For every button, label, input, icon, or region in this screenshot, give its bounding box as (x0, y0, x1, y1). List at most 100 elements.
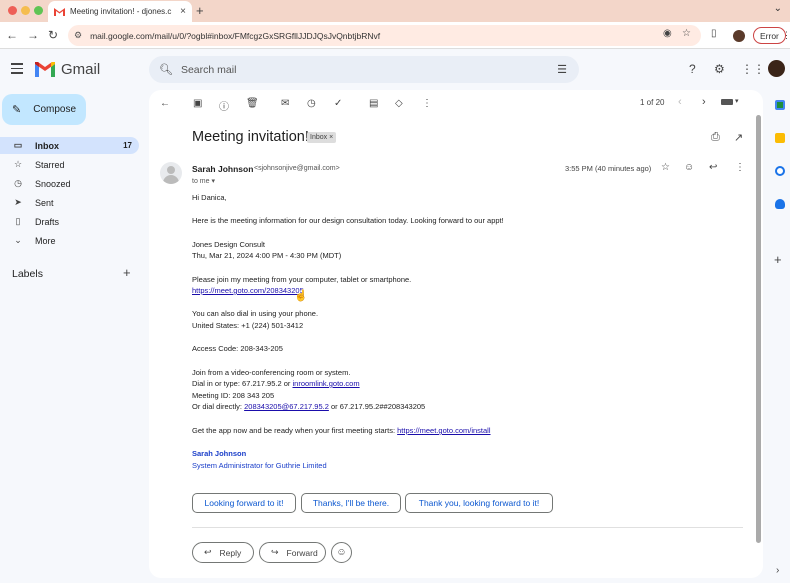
signature-title: System Administrator for Guthrie Limited (192, 461, 327, 470)
app-prefix: Get the app now and be ready when your f… (192, 426, 398, 435)
meeting-link[interactable]: https://meet.goto.com/208343205 (192, 286, 304, 295)
print-icon[interactable]: ⎙ (711, 131, 720, 144)
dial-in-row: Dial in or type: 67.217.95.2 or inroomli… (192, 379, 360, 388)
eye-icon[interactable]: ◉ (663, 28, 672, 39)
room-link[interactable]: inroomlink.goto.com (292, 379, 359, 388)
close-tab-icon[interactable]: × (180, 6, 186, 17)
search-bar[interactable]: 🔍︎ Search mail ☰ (149, 56, 579, 83)
keep-app-icon[interactable] (775, 133, 785, 143)
sidebar-item-label: More (35, 235, 56, 246)
smart-reply-1[interactable]: Looking forward to it! (192, 493, 296, 513)
forward-button[interactable]: ↪ Forward (259, 542, 326, 563)
move-to-icon[interactable]: ▤ (369, 98, 378, 109)
more-options-icon[interactable]: ⋮ (422, 98, 432, 109)
help-icon[interactable]: ? (689, 62, 696, 76)
input-tools-icon[interactable] (721, 99, 733, 105)
close-window-button[interactable] (8, 6, 17, 15)
smart-reply-label: Thank you, looking forward to it! (418, 498, 540, 508)
star-icon[interactable]: ☆ (661, 162, 670, 173)
maximize-window-button[interactable] (34, 6, 43, 15)
event-organizer: Jones Design Consult (192, 240, 265, 249)
mark-unread-icon[interactable]: ✉ (281, 98, 289, 109)
calendar-app-icon[interactable] (775, 100, 785, 110)
report-spam-icon[interactable]: ⓘ (219, 98, 229, 113)
reply-button[interactable]: ↩ Reply (192, 542, 254, 563)
archive-icon[interactable]: ▣ (193, 98, 202, 109)
back-arrow-icon[interactable]: ← (6, 28, 18, 42)
tasks-app-icon[interactable] (775, 166, 785, 176)
error-label: Error (760, 30, 779, 41)
bookmark-star-icon[interactable]: ☆ (682, 28, 691, 39)
sender-name[interactable]: Sarah Johnson (192, 164, 253, 174)
sidebar-item-snoozed[interactable]: ◷ Snoozed (0, 175, 139, 192)
sender-email: <sjohnsonjive@gmail.com> (254, 165, 340, 172)
compose-button[interactable]: ✎ Compose (2, 94, 86, 125)
recipient-details[interactable]: to me ▾ (192, 177, 215, 185)
dial-in-prefix: Dial in or type: 67.217.95.2 or (192, 379, 293, 388)
search-icon[interactable]: 🔍︎ (159, 63, 173, 76)
join-instructions: Please join my meeting from your compute… (192, 275, 412, 284)
account-avatar[interactable] (768, 60, 785, 77)
back-to-inbox-icon[interactable]: ← (160, 98, 170, 109)
tab-list-chevron-icon[interactable]: ⌄ (774, 3, 782, 14)
snooze-icon[interactable]: ◷ (307, 98, 316, 109)
emoji-react-icon[interactable]: ☺ (684, 162, 694, 173)
tab-title: Meeting invitation! - djones.c (70, 7, 172, 16)
new-tab-icon[interactable]: + (196, 3, 204, 18)
smart-reply-2[interactable]: Thanks, I'll be there. (301, 493, 401, 513)
browser-menu-icon[interactable]: ⋮ (782, 30, 790, 41)
access-code: Access Code: 208-343-205 (192, 344, 283, 353)
forward-arrow-icon[interactable]: → (27, 28, 39, 42)
gmail-brand-text: Gmail (61, 61, 101, 78)
gmail-logo[interactable]: Gmail (35, 61, 100, 78)
open-new-window-icon[interactable]: ↗ (734, 131, 743, 144)
inbox-label-chip[interactable]: Inbox × (307, 132, 337, 143)
create-label-icon[interactable]: + (123, 265, 131, 280)
side-panel-icon[interactable]: ▯ (711, 28, 717, 39)
delete-icon[interactable]: 🗑︎ (246, 98, 259, 109)
sidebar-item-sent[interactable]: ➤ Sent (0, 194, 139, 211)
search-input[interactable]: Search mail (181, 64, 557, 76)
smart-reply-3[interactable]: Thank you, looking forward to it! (405, 493, 553, 513)
sip-link[interactable]: 208343205@67.217.95.2 (244, 402, 329, 411)
error-button[interactable]: Error (753, 27, 786, 44)
address-bar[interactable]: ⚙ mail.google.com/mail/u/0/?ogbl#inbox/F… (68, 25, 701, 46)
compose-label: Compose (33, 104, 77, 115)
pagination-text: 1 of 20 (640, 98, 665, 107)
site-settings-icon[interactable]: ⚙ (74, 30, 82, 41)
reply-icon[interactable]: ↩ (709, 162, 717, 173)
add-task-icon[interactable]: ✓ (334, 98, 342, 109)
apps-grid-icon[interactable]: ⋮⋮ (741, 62, 765, 76)
minimize-window-button[interactable] (21, 6, 30, 15)
sidebar-item-label: Starred (35, 159, 65, 170)
sidebar-item-more[interactable]: ⌄ More (0, 232, 139, 249)
get-addons-icon[interactable]: + (774, 252, 782, 267)
browser-tab[interactable]: Meeting invitation! - djones.c × (48, 1, 192, 22)
input-tools-caret-icon[interactable]: ▾ (735, 97, 739, 105)
sidebar-item-inbox[interactable]: ▭ Inbox 17 (0, 137, 139, 154)
labels-header: Labels (12, 268, 43, 280)
sidebar-item-label: Drafts (35, 216, 60, 227)
forward-label: Forward (286, 547, 318, 558)
unread-count: 17 (123, 141, 132, 150)
newer-chevron-icon[interactable]: ‹ (678, 96, 682, 108)
smart-reply-label: Thanks, I'll be there. (312, 498, 390, 508)
sidebar-item-starred[interactable]: ☆ Starred (0, 156, 139, 173)
settings-gear-icon[interactable]: ⚙ (714, 62, 725, 76)
browser-profile-avatar[interactable] (733, 30, 745, 42)
emoji-reaction-button[interactable]: ☺ (331, 542, 352, 563)
contacts-app-icon[interactable] (775, 199, 785, 209)
older-chevron-icon[interactable]: › (702, 96, 706, 108)
browser-toolbar: ← → ↻ ⚙ mail.google.com/mail/u/0/?ogbl#i… (0, 22, 790, 49)
install-link[interactable]: https://meet.goto.com/install (397, 426, 490, 435)
search-options-icon[interactable]: ☰ (557, 63, 567, 76)
email-view-panel: ← ▣ ⓘ 🗑︎ ✉ ◷ ✓ ▤ ◇ ⋮ 1 of 20 ‹ › ▾ Meeti… (149, 90, 763, 578)
sidebar-item-drafts[interactable]: ▯ Drafts (0, 213, 139, 230)
main-menu-icon[interactable] (11, 63, 23, 77)
browser-tab-bar: Meeting invitation! - djones.c × + ⌄ (0, 0, 790, 22)
reload-icon[interactable]: ↻ (48, 28, 58, 42)
scrollbar[interactable] (756, 115, 761, 543)
label-icon[interactable]: ◇ (395, 98, 403, 109)
show-side-panel-chevron-icon[interactable]: › (776, 565, 779, 576)
more-message-options-icon[interactable]: ⋮ (735, 162, 745, 173)
